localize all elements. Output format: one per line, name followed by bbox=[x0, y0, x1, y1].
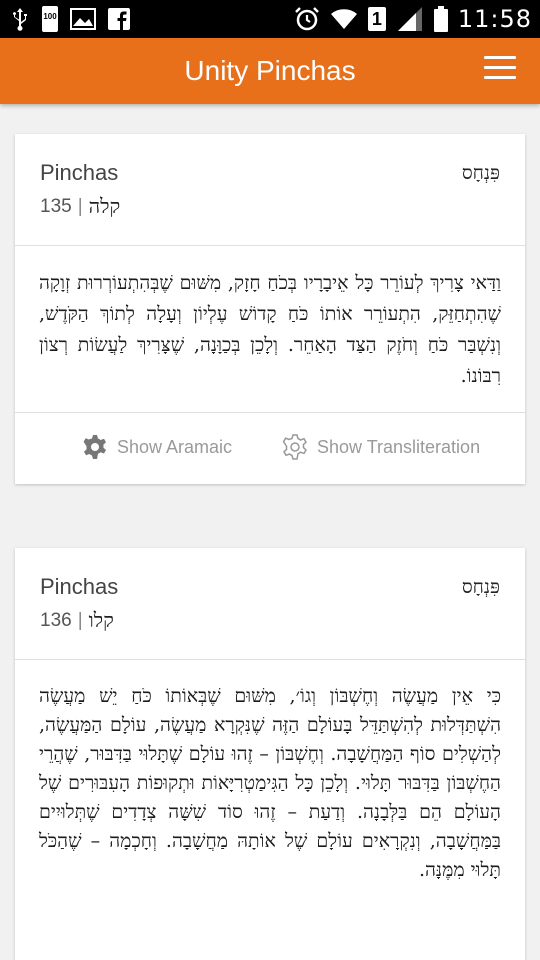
hebrew-verse-number: קלה bbox=[88, 194, 121, 218]
show-aramaic-label: Show Aramaic bbox=[117, 436, 233, 457]
card-title: Pinchas bbox=[40, 574, 119, 599]
gear-icon bbox=[83, 435, 106, 459]
battery-full-icon bbox=[433, 6, 448, 32]
usb-icon bbox=[13, 8, 27, 31]
battery-icon: 100 bbox=[42, 6, 58, 32]
verse-number: 136 bbox=[40, 609, 72, 631]
sim-slot-badge: 1 bbox=[367, 7, 386, 31]
separator: | bbox=[77, 609, 83, 631]
card-footer: Show Aramaic Show Transliteration bbox=[15, 412, 525, 484]
show-transliteration-label: Show Transliteration bbox=[317, 436, 481, 457]
signal-icon bbox=[397, 7, 422, 31]
hebrew-title: פִּנְחָס bbox=[461, 576, 500, 598]
card-subtitle: 135 | קלה bbox=[40, 194, 120, 219]
gear-outline-icon bbox=[282, 434, 307, 460]
hebrew-verse-number: קלו bbox=[88, 608, 114, 632]
status-bar-left: 100 bbox=[10, 6, 130, 32]
hebrew-text: כִּי אֵין מַעֲשֶׂה וְחֶשְׁבּוֹן וְגוֹ׳, … bbox=[39, 685, 501, 881]
status-bar-right: 1 11:58 bbox=[294, 0, 532, 38]
hamburger-menu-icon[interactable] bbox=[484, 56, 516, 86]
hebrew-title: פִּנְחָס bbox=[461, 162, 500, 184]
battery-percent: 100 bbox=[43, 12, 57, 21]
alarm-icon bbox=[294, 7, 319, 31]
separator: | bbox=[77, 195, 83, 217]
hebrew-text: וַדַּאי צָרִיךְ לְעוֹרֵר כָּל אֵיבָרָיו … bbox=[39, 272, 501, 387]
status-bar: 100 1 11:58 bbox=[0, 0, 540, 38]
clock: 11:58 bbox=[457, 5, 532, 33]
verse-number: 135 bbox=[40, 195, 72, 217]
show-transliteration-button[interactable]: Show Transliteration bbox=[281, 433, 480, 461]
card-header: Pinchas 136 | קלו פִּנְחָס bbox=[15, 548, 525, 660]
app-bar: Unity Pinchas bbox=[0, 38, 540, 104]
card-title: Pinchas bbox=[40, 160, 119, 185]
card-subtitle: 136 | קלו bbox=[40, 608, 114, 633]
show-aramaic-button[interactable]: Show Aramaic bbox=[81, 433, 232, 461]
facebook-icon bbox=[108, 8, 130, 30]
app-title: Unity Pinchas bbox=[184, 55, 356, 86]
card-header: Pinchas 135 | קלה פִּנְחָס bbox=[15, 134, 525, 246]
verse-card: Pinchas 136 | קלו פִּנְחָס כִּי אֵין מַע… bbox=[15, 548, 525, 960]
verse-card: Pinchas 135 | קלה פִּנְחָס וַדַּאי צָרִי… bbox=[15, 134, 525, 484]
wifi-icon bbox=[330, 9, 357, 29]
image-icon bbox=[70, 8, 96, 30]
